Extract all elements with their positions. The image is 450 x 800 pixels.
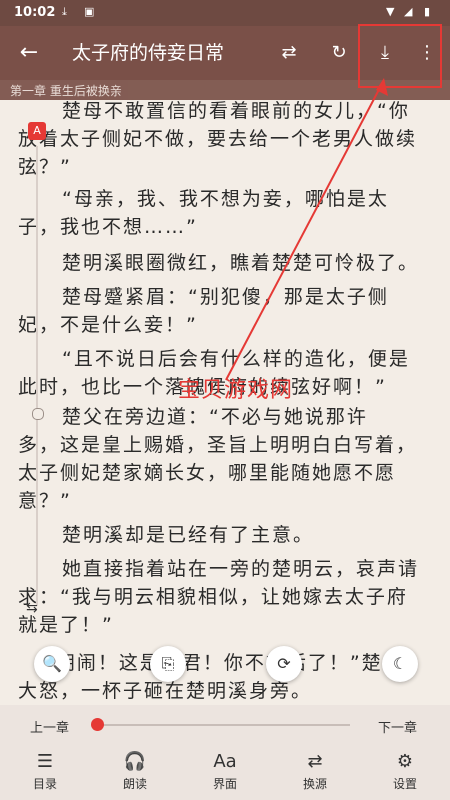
search-fab[interactable]: 🔍 bbox=[34, 646, 70, 682]
nav-label: 换源 bbox=[302, 777, 327, 791]
watermark: 宝贝游戏网 bbox=[178, 378, 294, 403]
headphones-icon: 🎧 bbox=[123, 751, 147, 772]
nav-interface[interactable]: Aa 界面 bbox=[180, 749, 270, 799]
bookmark-fab[interactable]: ⎘ bbox=[150, 646, 186, 682]
nav-label: 界面 bbox=[212, 777, 237, 791]
gear-icon: ⚙ bbox=[396, 751, 414, 772]
nav-catalog[interactable]: ☰ 目录 bbox=[0, 749, 90, 799]
chapter-progress-track[interactable] bbox=[96, 724, 350, 726]
nav-change-source[interactable]: ⇄ 换源 bbox=[270, 749, 360, 799]
nav-settings[interactable]: ⚙ 设置 bbox=[360, 749, 450, 799]
nav-label: 目录 bbox=[32, 777, 57, 791]
nav-label: 设置 bbox=[392, 777, 417, 791]
catalog-icon: ☰ bbox=[36, 751, 54, 772]
prev-chapter-button[interactable]: 上一章 bbox=[30, 717, 69, 736]
night-mode-fab[interactable]: ☾ bbox=[382, 646, 418, 682]
nav-label: 朗读 bbox=[122, 777, 147, 791]
swap-icon: ⇄ bbox=[307, 751, 323, 772]
next-chapter-button[interactable]: 下一章 bbox=[378, 717, 417, 736]
font-style-icon: Aa bbox=[213, 751, 237, 772]
auto-page-fab[interactable]: ⟳ bbox=[266, 646, 302, 682]
bottom-control-panel: 上一章 下一章 ☰ 目录 🎧 朗读 Aa 界面 ⇄ 换源 ⚙ 设置 bbox=[0, 705, 450, 800]
chapter-progress-knob[interactable] bbox=[91, 718, 104, 731]
nav-read-aloud[interactable]: 🎧 朗读 bbox=[90, 749, 180, 799]
